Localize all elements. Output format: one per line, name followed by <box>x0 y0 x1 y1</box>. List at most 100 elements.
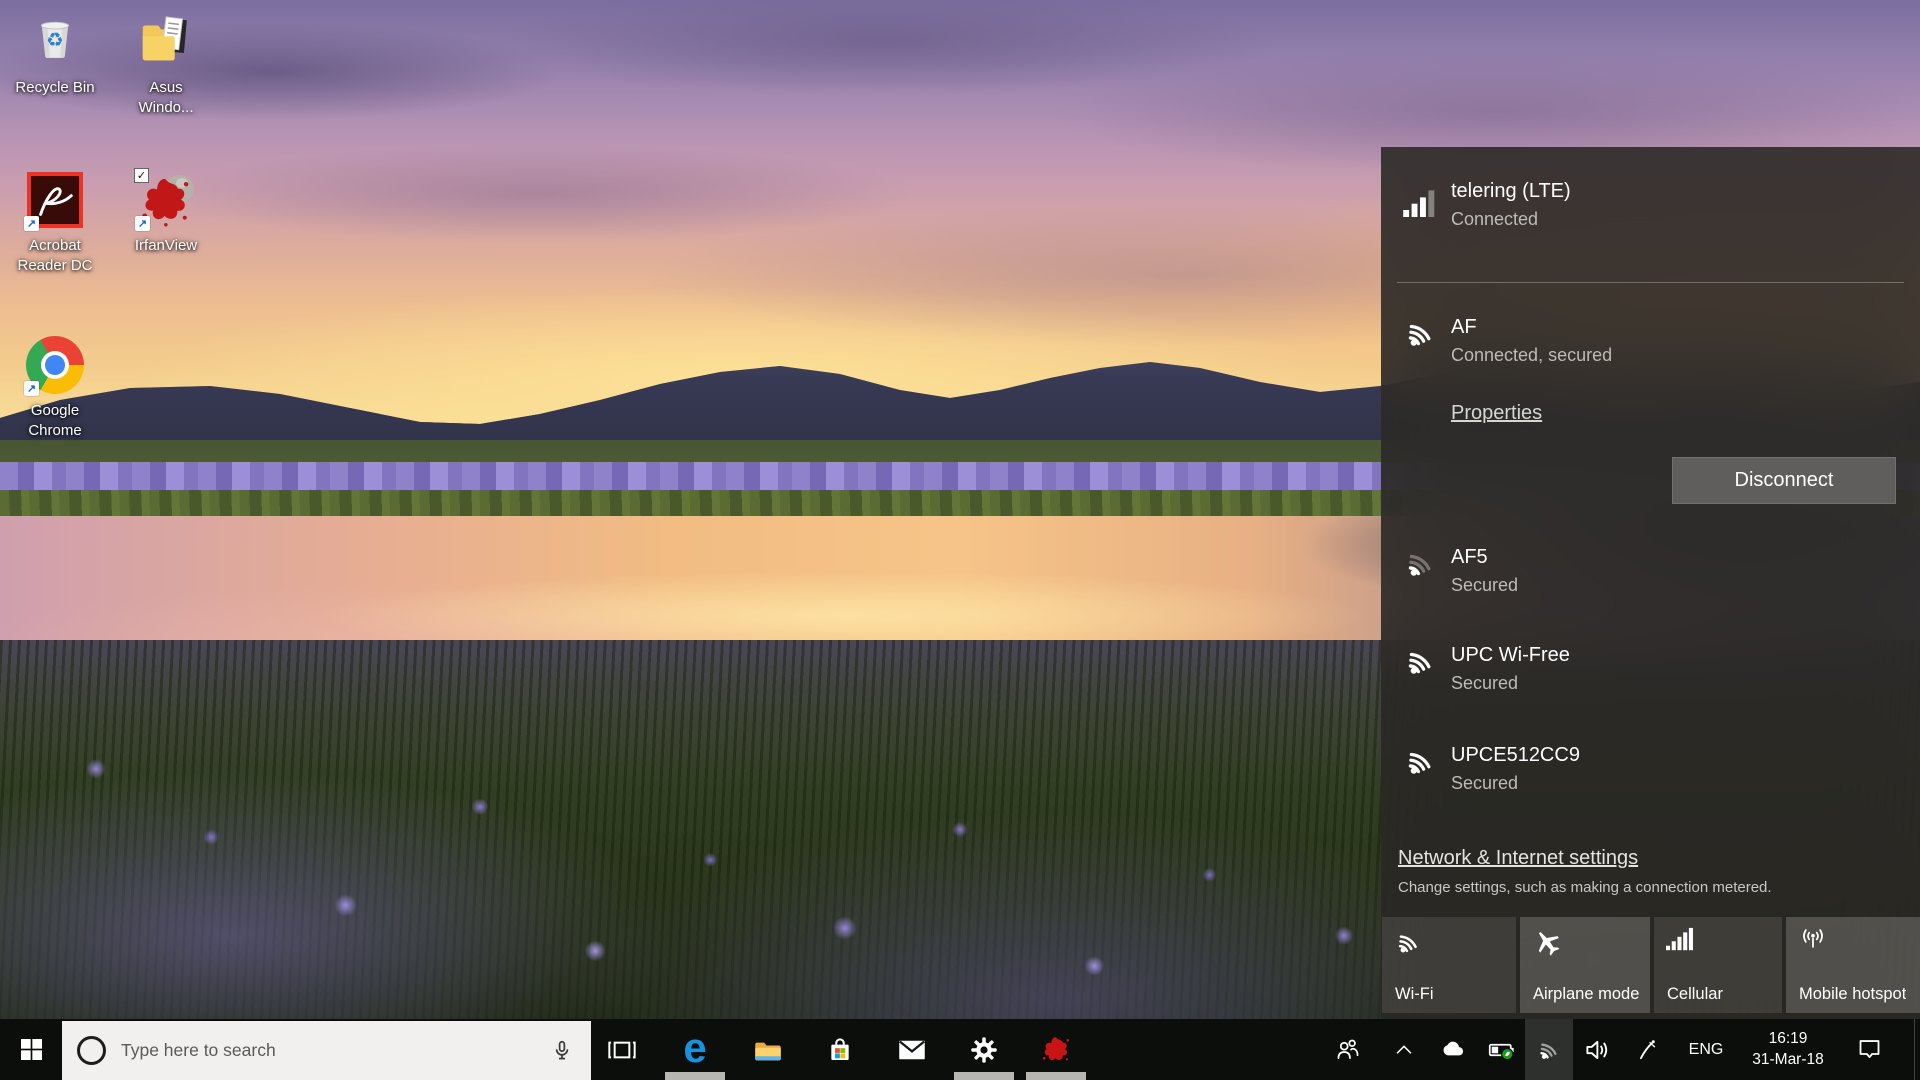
shortcut-arrow-icon: ↗ <box>135 216 150 231</box>
network-status: Secured <box>1451 773 1518 795</box>
wifi-signal-icon <box>1403 315 1439 351</box>
action-center-icon <box>1856 1036 1883 1063</box>
action-center-button[interactable] <box>1842 1019 1896 1080</box>
mail-icon <box>895 1033 929 1067</box>
store-icon <box>824 1034 856 1066</box>
mobile-hotspot-tile[interactable]: Mobile hotspot <box>1786 917 1920 1013</box>
cellular-tile[interactable]: Cellular <box>1654 917 1782 1013</box>
desktop-icon-asus-folder[interactable]: Asus Windo... <box>116 10 216 119</box>
people-button[interactable] <box>1328 1019 1368 1080</box>
cortana-icon[interactable] <box>77 1036 106 1065</box>
desktop-icon-label: Asus Windo... <box>122 78 210 119</box>
taskbar-app-file-explorer[interactable] <box>737 1019 799 1080</box>
tile-label: Airplane mode <box>1533 985 1639 1004</box>
taskbar-clock[interactable]: 16:19 31-Mar-18 <box>1738 1019 1838 1080</box>
pen-icon <box>1635 1037 1661 1063</box>
airplane-mode-tile[interactable]: Airplane mode <box>1520 917 1650 1013</box>
quick-action-tiles: Wi-Fi Airplane mode <box>1381 917 1920 1013</box>
desktop-icon-label: Google Chrome <box>11 401 99 442</box>
desktop-icon-label: Recycle Bin <box>15 78 94 98</box>
tile-label: Cellular <box>1667 985 1723 1004</box>
taskbar-app-irfanview[interactable] <box>1025 1019 1087 1080</box>
network-name: telering (LTE) <box>1451 179 1571 203</box>
network-name: AF <box>1451 315 1477 339</box>
task-view-button[interactable] <box>591 1019 653 1080</box>
network-flyout: telering (LTE) Connected AF Connected, s… <box>1381 147 1920 1019</box>
desktop-icon-label: Acrobat Reader DC <box>11 236 99 277</box>
airplane-icon <box>1532 927 1562 957</box>
wifi-icon <box>1536 1036 1563 1063</box>
task-view-icon <box>606 1034 638 1066</box>
pen-tray-button[interactable] <box>1628 1019 1668 1080</box>
desktop-icon-google-chrome[interactable]: ↗ Google Chrome <box>5 333 105 442</box>
desktop-icon-label: IrfanView <box>135 236 197 256</box>
network-name: AF5 <box>1451 545 1488 569</box>
taskbar-app-mail[interactable] <box>881 1019 943 1080</box>
volume-tray-button[interactable] <box>1577 1019 1619 1080</box>
irfanview-icon <box>1041 1035 1071 1065</box>
desktop-icon-acrobat-reader[interactable]: ↗ Acrobat Reader DC <box>5 168 105 277</box>
show-desktop-button[interactable] <box>1914 1019 1920 1080</box>
recycle-bin-icon: ♻ <box>23 10 87 74</box>
language-indicator[interactable]: ENG <box>1674 1019 1738 1080</box>
volume-icon <box>1583 1035 1613 1065</box>
network-name: UPCE512CC9 <box>1451 743 1580 767</box>
clock-time: 16:19 <box>1769 1029 1808 1049</box>
network-tray-button[interactable] <box>1525 1019 1573 1080</box>
chrome-icon: ↗ <box>23 333 87 397</box>
settings-gear-icon <box>968 1034 1000 1066</box>
cellular-network-item[interactable]: telering (LTE) Connected <box>1381 177 1920 277</box>
wifi-network-item[interactable]: AF5 Secured <box>1381 545 1920 615</box>
windows-desktop: ♻ Recycle Bin Asus Windo... <box>0 0 1920 1080</box>
shortcut-arrow-icon: ↗ <box>24 216 39 231</box>
start-button[interactable] <box>0 1019 62 1080</box>
onedrive-cloud-icon <box>1439 1037 1467 1063</box>
network-status: Secured <box>1451 575 1518 597</box>
cellular-bars-icon <box>1666 927 1694 953</box>
network-status: Connected, secured <box>1451 345 1612 367</box>
checkbox-icon: ✓ <box>134 168 149 183</box>
acrobat-reader-icon: ↗ <box>23 168 87 232</box>
irfanview-icon: ✓ ↗ <box>134 168 198 232</box>
settings-caption: Change settings, such as making a connec… <box>1398 879 1772 896</box>
clock-date: 31-Mar-18 <box>1752 1050 1824 1070</box>
desktop-icon-recycle-bin[interactable]: ♻ Recycle Bin <box>5 10 105 98</box>
network-internet-settings-link[interactable]: Network & Internet settings <box>1398 847 1638 870</box>
windows-logo-icon <box>21 1039 42 1060</box>
network-status: Connected <box>1451 209 1538 231</box>
file-explorer-icon <box>751 1033 785 1067</box>
folder-documents-icon <box>134 10 198 74</box>
disconnect-button[interactable]: Disconnect <box>1672 457 1896 504</box>
flyout-separator <box>1397 282 1904 283</box>
properties-link[interactable]: Properties <box>1451 402 1542 425</box>
microphone-icon[interactable] <box>549 1037 575 1065</box>
tile-label: Wi-Fi <box>1395 985 1433 1004</box>
tray-overflow-button[interactable] <box>1385 1019 1423 1080</box>
search-input[interactable] <box>119 1039 549 1062</box>
wifi-tile[interactable]: Wi-Fi <box>1382 917 1516 1013</box>
battery-tray-button[interactable] <box>1482 1019 1522 1080</box>
edge-icon: e <box>683 1027 706 1069</box>
wifi-signal-icon-medium <box>1403 545 1439 581</box>
chevron-up-icon <box>1393 1039 1415 1061</box>
taskbar-app-edge[interactable]: e <box>664 1019 726 1080</box>
taskbar: e <box>0 1019 1920 1080</box>
desktop-icon-irfanview[interactable]: ✓ ↗ IrfanView <box>116 168 216 256</box>
wifi-icon <box>1394 927 1424 957</box>
onedrive-tray-button[interactable] <box>1434 1019 1472 1080</box>
wifi-signal-icon <box>1403 743 1439 779</box>
wifi-signal-icon <box>1403 643 1439 679</box>
svg-text:♻: ♻ <box>46 30 64 52</box>
mobile-hotspot-icon <box>1798 927 1828 955</box>
shortcut-arrow-icon: ↗ <box>24 381 39 396</box>
people-icon <box>1335 1037 1361 1063</box>
taskbar-app-store[interactable] <box>809 1019 871 1080</box>
wifi-network-item[interactable]: UPCE512CC9 Secured <box>1381 743 1920 813</box>
wifi-network-item[interactable]: UPC Wi-Free Secured <box>1381 643 1920 713</box>
taskbar-search-box[interactable] <box>62 1021 591 1080</box>
tile-label: Mobile hotspot <box>1799 985 1906 1004</box>
cellular-signal-icon <box>1403 189 1437 217</box>
taskbar-app-settings[interactable] <box>953 1019 1015 1080</box>
battery-icon <box>1487 1036 1517 1064</box>
network-name: UPC Wi-Free <box>1451 643 1570 667</box>
